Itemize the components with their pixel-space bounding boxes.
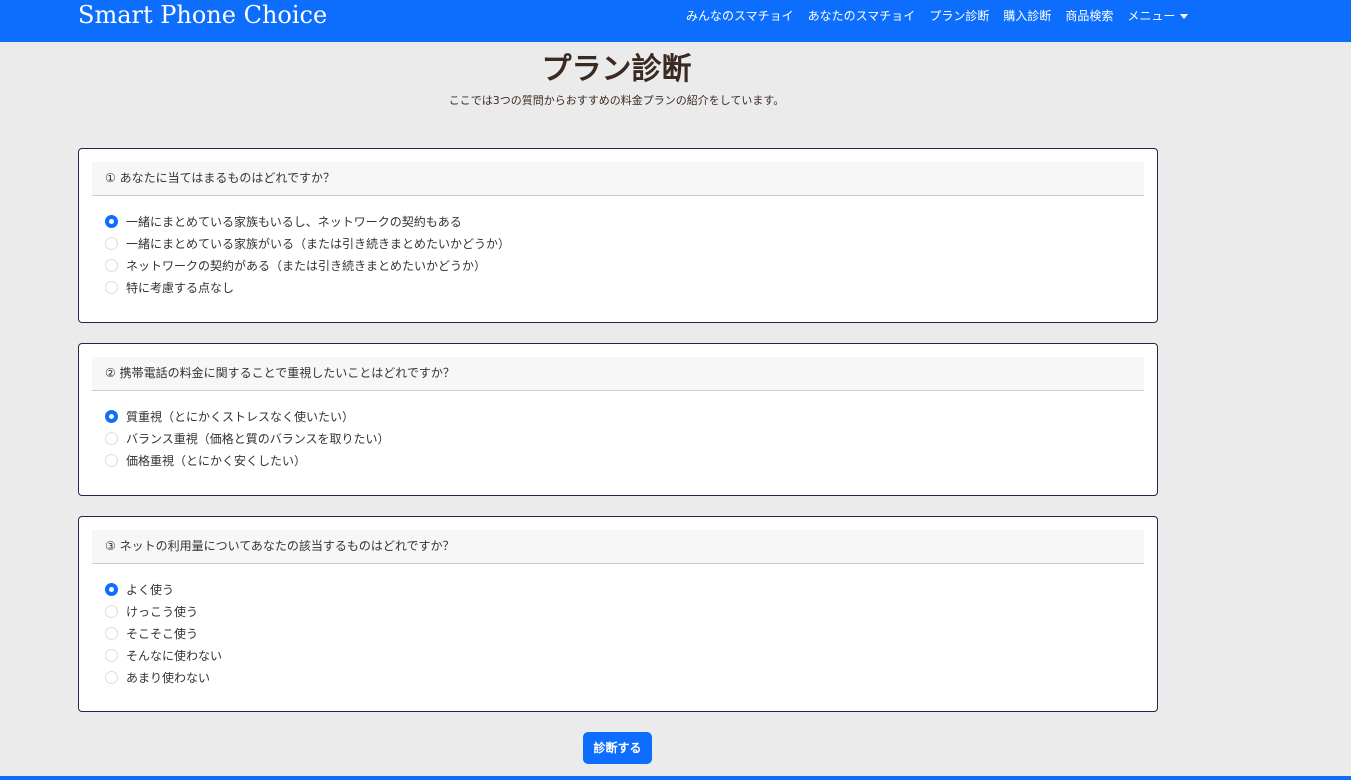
- page-subtitle: ここでは3つの質問からおすすめの料金プランの紹介をしています。: [448, 94, 785, 107]
- radio-button[interactable]: [105, 236, 118, 250]
- option-label: 価格重視（とにかく安くしたい）: [126, 453, 307, 468]
- option-label: 一緒にまとめている家族もいるし、ネットワークの契約もある: [126, 214, 462, 229]
- radio-button[interactable]: [105, 648, 118, 662]
- option-label: よく使う: [126, 582, 175, 597]
- radio-button[interactable]: [105, 409, 118, 423]
- option-label: 質重視（とにかくストレスなく使いたい）: [126, 409, 355, 424]
- submit-button[interactable]: 診断する: [583, 732, 652, 764]
- brand-logo[interactable]: Smart Phone Choice: [78, 0, 327, 30]
- radio-option[interactable]: バランス重視（価格と質のバランスを取りたい）: [105, 427, 1157, 449]
- radio-button[interactable]: [105, 258, 118, 272]
- radio-option[interactable]: 特に考慮する点なし: [105, 276, 1157, 298]
- question-title: ② 携帯電話の料金に関することで重視したいことはどれですか？: [92, 357, 1144, 391]
- page-title: プラン診断: [541, 52, 692, 87]
- dropdown-label: メニュー: [1127, 9, 1176, 23]
- radio-option[interactable]: 価格重視（とにかく安くしたい）: [105, 449, 1157, 471]
- option-label: 特に考慮する点なし: [126, 280, 235, 295]
- question-title: ③ ネットの利用量についてあなたの該当するものはどれですか？: [92, 530, 1144, 564]
- option-label: けっこう使う: [126, 604, 199, 619]
- option-label: そんなに使わない: [126, 648, 223, 663]
- option-label: ネットワークの契約がある（または引き続きまとめたいかどうか）: [126, 258, 487, 273]
- radio-button[interactable]: [105, 626, 118, 640]
- option-label: バランス重視（価格と質のバランスを取りたい）: [126, 431, 390, 446]
- radio-option[interactable]: ネットワークの契約がある（または引き続きまとめたいかどうか）: [105, 254, 1157, 276]
- question-card: ① あなたに当てはまるものはどれですか？ 一緒にまとめている家族もいるし、ネットワ…: [78, 148, 1158, 323]
- radio-button[interactable]: [105, 670, 118, 684]
- nav-menu: みんなのスマチョイ あなたのスマチョイ プラン診断 購入診断 商品検索 メニュー: [686, 7, 1189, 24]
- caret-down-icon: [1180, 14, 1189, 19]
- option-label: あまり使わない: [126, 670, 211, 685]
- option-label: そこそこ使う: [126, 626, 199, 641]
- nav-dropdown-menu[interactable]: メニュー: [1127, 7, 1189, 24]
- radio-button[interactable]: [105, 453, 118, 467]
- radio-option[interactable]: よく使う: [105, 578, 1157, 600]
- radio-option[interactable]: 質重視（とにかくストレスなく使いたい）: [105, 405, 1157, 427]
- radio-option[interactable]: そんなに使わない: [105, 644, 1157, 666]
- footer-bar: [0, 776, 1351, 780]
- radio-option[interactable]: あまり使わない: [105, 666, 1157, 688]
- radio-button[interactable]: [105, 604, 118, 618]
- nav-item-purchase-diagnosis[interactable]: 購入診断: [1003, 7, 1051, 24]
- nav-item-yours[interactable]: あなたのスマチョイ: [808, 7, 916, 24]
- nav-item-product-search[interactable]: 商品検索: [1065, 7, 1113, 24]
- radio-option[interactable]: そこそこ使う: [105, 622, 1157, 644]
- nav-item-plan-diagnosis[interactable]: プラン診断: [929, 7, 989, 24]
- question-title: ① あなたに当てはまるものはどれですか？: [92, 162, 1144, 196]
- radio-button[interactable]: [105, 582, 118, 596]
- radio-button[interactable]: [105, 214, 118, 228]
- radio-option[interactable]: 一緒にまとめている家族もいるし、ネットワークの契約もある: [105, 210, 1157, 232]
- radio-option[interactable]: けっこう使う: [105, 600, 1157, 622]
- nav-item-everyone[interactable]: みんなのスマチョイ: [686, 7, 794, 24]
- radio-button[interactable]: [105, 431, 118, 445]
- navbar: Smart Phone Choice みんなのスマチョイ あなたのスマチョイ プ…: [0, 0, 1351, 42]
- option-label: 一緒にまとめている家族がいる（または引き続きまとめたいかどうか）: [126, 236, 511, 251]
- question-card: ③ ネットの利用量についてあなたの該当するものはどれですか？ よく使うけっこう使う…: [78, 516, 1158, 712]
- radio-button[interactable]: [105, 280, 118, 294]
- radio-option[interactable]: 一緒にまとめている家族がいる（または引き続きまとめたいかどうか）: [105, 232, 1157, 254]
- question-card: ② 携帯電話の料金に関することで重視したいことはどれですか？ 質重視（とにかくスト…: [78, 343, 1158, 496]
